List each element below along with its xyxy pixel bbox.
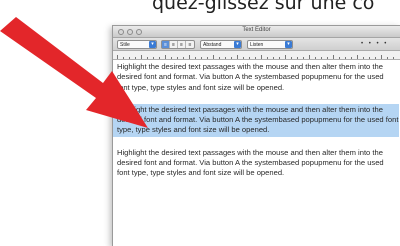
ruler-tick: [339, 57, 340, 59]
ruler-tick: [279, 57, 280, 59]
ruler-tick: [213, 55, 214, 59]
ruler-tick: [375, 57, 376, 59]
ruler-tick: [195, 57, 196, 59]
ruler-tick: [333, 55, 334, 59]
ruler-tick: [387, 57, 388, 59]
ruler-tick: [291, 57, 292, 59]
line-spacing-control[interactable]: • • • •: [361, 40, 388, 49]
ruler-tick: [381, 55, 382, 59]
spacing-select[interactable]: Abstand ▾: [200, 40, 242, 49]
ruler-tick: [219, 57, 220, 59]
red-arrow-icon: [0, 17, 148, 128]
ruler-tick: [321, 57, 322, 59]
ruler-tick: [303, 57, 304, 59]
ruler-tick: [207, 57, 208, 59]
red-arrow-shape: [0, 17, 148, 128]
ruler-tick: [273, 57, 274, 59]
ruler-tick: [243, 57, 244, 59]
align-center-button[interactable]: ≡: [170, 41, 178, 48]
ruler-tick: [393, 57, 394, 59]
ruler-tick: [297, 57, 298, 59]
ruler-tick: [357, 55, 358, 59]
ruler-tick: [327, 57, 328, 59]
ruler-tick: [345, 57, 346, 59]
ruler-tick: [285, 55, 286, 59]
ruler-tick: [177, 57, 178, 59]
paragraph-3[interactable]: Highlight the desired text passages with…: [117, 147, 395, 180]
lists-select[interactable]: Listen ▾: [247, 40, 293, 49]
ruler-tick: [189, 55, 190, 59]
ruler-tick: [351, 57, 352, 59]
ruler-tick: [261, 55, 262, 59]
ruler-tick: [255, 57, 256, 59]
ruler-tick: [201, 57, 202, 59]
ruler-tick: [363, 57, 364, 59]
ruler-tick: [315, 57, 316, 59]
lists-select-value: Listen: [250, 42, 264, 48]
ruler-tick: [369, 57, 370, 59]
align-right-button[interactable]: ≡: [178, 41, 186, 48]
ruler-tick: [267, 57, 268, 59]
ruler-tick: [249, 57, 250, 59]
ruler-tick: [237, 55, 238, 59]
align-justify-button[interactable]: ≡: [186, 41, 194, 48]
chevron-down-icon: ▾: [285, 41, 292, 48]
ruler-tick: [171, 57, 172, 59]
ruler-tick: [183, 57, 184, 59]
ruler-tick: [225, 57, 226, 59]
chevron-down-icon: ▾: [234, 41, 241, 48]
ruler-tick: [309, 55, 310, 59]
spacing-select-value: Abstand: [203, 42, 222, 48]
ruler-tick: [231, 57, 232, 59]
